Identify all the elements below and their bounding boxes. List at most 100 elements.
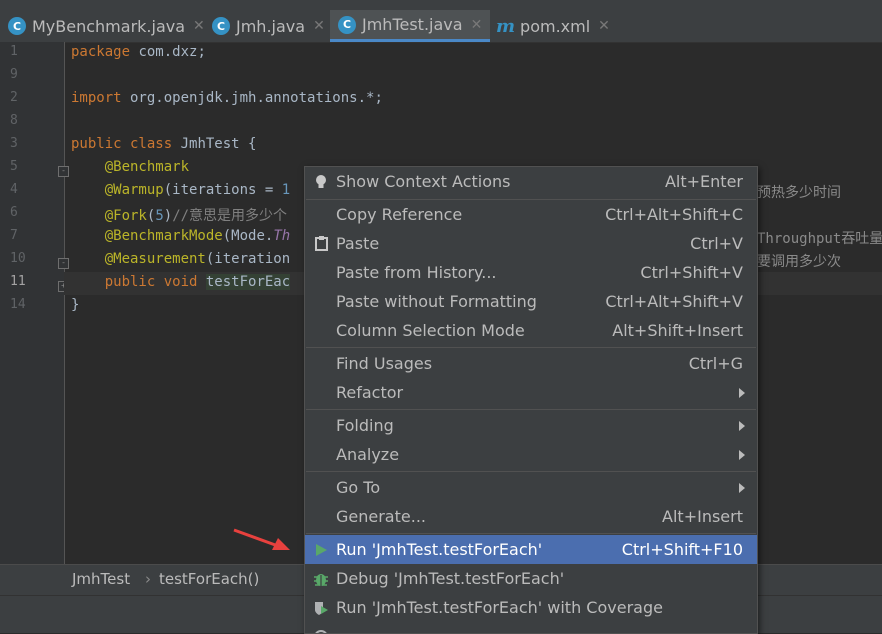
code-line-3[interactable]: import org.openjdk.jmh.annotations.*;	[71, 90, 383, 106]
annotation: @BenchmarkMode	[105, 228, 223, 244]
menu-item-label: Find Usages	[336, 354, 432, 373]
menu-item-shortcut: Ctrl+Alt+Shift+V	[605, 292, 743, 311]
lightbulb-icon	[313, 174, 329, 190]
menu-item-paste-from-history[interactable]: Paste from History... Ctrl+Shift+V	[305, 258, 757, 287]
menu-item-paste[interactable]: Paste Ctrl+V	[305, 229, 757, 258]
close-icon[interactable]: ✕	[313, 18, 325, 34]
tab-label: MyBenchmark.java	[32, 17, 185, 36]
code-line-9[interactable]: @BenchmarkMode(Mode.Th	[71, 228, 290, 244]
menu-item-analyze[interactable]: Analyze	[305, 440, 757, 469]
close-icon[interactable]: ✕	[598, 18, 610, 34]
line-number: 10	[10, 251, 26, 266]
profiler-icon	[313, 629, 329, 634]
maven-icon: m	[496, 16, 515, 37]
comment-fragment: 要调用多少次	[757, 251, 841, 271]
menu-item-label: Copy Reference	[336, 205, 462, 224]
tab-jmhtest[interactable]: C JmhTest.java ✕	[330, 10, 490, 42]
code-text: (iterations =	[164, 182, 282, 198]
menu-item-run[interactable]: Run 'JmhTest.testForEach' Ctrl+Shift+F10	[305, 535, 757, 564]
code-line-14[interactable]: }	[71, 297, 79, 313]
submenu-arrow-icon	[739, 421, 745, 431]
breadcrumb-method[interactable]: testForEach()	[159, 570, 259, 588]
editor-tab-bar: C MyBenchmark.java ✕ C Jmh.java ✕ C JmhT…	[0, 0, 882, 43]
code-line-10[interactable]: @Measurement(iteration	[71, 251, 290, 267]
menu-item-run-with-coverage[interactable]: Run 'JmhTest.testForEach' with Coverage	[305, 593, 757, 622]
menu-item-shortcut: Alt+Shift+Insert	[612, 321, 743, 340]
line-number: 1	[10, 44, 18, 59]
code-text: (Mode.	[223, 228, 274, 244]
java-class-icon: C	[8, 17, 26, 35]
breadcrumb-class[interactable]: JmhTest	[72, 570, 130, 588]
tab-mybenchmark[interactable]: C MyBenchmark.java ✕	[8, 10, 205, 42]
menu-item-generate[interactable]: Generate... Alt+Insert	[305, 502, 757, 531]
line-number-gutter[interactable]: 1 2 3 4 5 6 7 8 9 10 11 14 - - +	[0, 42, 65, 564]
tab-label: JmhTest.java	[362, 15, 463, 34]
menu-item-shortcut: Ctrl+G	[689, 354, 743, 373]
annotation: @Warmup	[105, 182, 164, 198]
line-number-current: 11	[10, 274, 26, 289]
code-text: JmhTest {	[172, 136, 256, 152]
line-number: 5	[10, 159, 18, 174]
menu-item-debug[interactable]: Debug 'JmhTest.testForEach'	[305, 564, 757, 593]
menu-separator	[306, 533, 756, 534]
method-name: testForEac	[206, 274, 290, 290]
debug-icon	[313, 571, 329, 587]
line-number: 4	[10, 182, 18, 197]
code-line-7[interactable]: @Warmup(iterations = 1	[71, 182, 290, 198]
line-number: 2	[10, 90, 18, 105]
menu-separator	[306, 347, 756, 348]
menu-item-label: Go To	[336, 478, 380, 497]
submenu-arrow-icon	[739, 388, 745, 398]
submenu-arrow-icon	[739, 450, 745, 460]
tab-label: pom.xml	[520, 17, 590, 36]
menu-item-refactor[interactable]: Refactor	[305, 378, 757, 407]
menu-item-folding[interactable]: Folding	[305, 411, 757, 440]
line-number: 9	[10, 67, 18, 82]
menu-item-partial-cut-off[interactable]	[305, 622, 757, 634]
menu-item-copy-reference[interactable]: Copy Reference Ctrl+Alt+Shift+C	[305, 200, 757, 229]
menu-item-label: Debug 'JmhTest.testForEach'	[336, 569, 564, 588]
code-line-5[interactable]: public class JmhTest {	[71, 136, 256, 152]
code-text: )	[164, 208, 172, 224]
tab-jmh[interactable]: C Jmh.java ✕	[212, 10, 325, 42]
menu-item-label: Paste from History...	[336, 263, 497, 282]
menu-item-find-usages[interactable]: Find Usages Ctrl+G	[305, 349, 757, 378]
menu-item-paste-without-formatting[interactable]: Paste without Formatting Ctrl+Alt+Shift+…	[305, 287, 757, 316]
keyword: public class	[71, 136, 172, 152]
coverage-icon	[313, 600, 329, 616]
submenu-arrow-icon	[739, 483, 745, 493]
fold-marker-icon[interactable]: -	[58, 166, 69, 177]
menu-separator	[306, 471, 756, 472]
menu-item-shortcut: Ctrl+Shift+V	[640, 263, 743, 282]
annotation: @Measurement	[105, 251, 206, 267]
menu-item-label: Column Selection Mode	[336, 321, 525, 340]
annotation: @Benchmark	[105, 159, 189, 175]
comment-fragment: 预热多少时间	[757, 182, 841, 202]
pointer-arrow-icon	[232, 528, 294, 554]
menu-item-column-selection-mode[interactable]: Column Selection Mode Alt+Shift+Insert	[305, 316, 757, 345]
code-line-11[interactable]: public void testForEac	[71, 274, 290, 290]
tab-label: Jmh.java	[236, 17, 305, 36]
menu-item-label: Paste without Formatting	[336, 292, 537, 311]
close-icon[interactable]: ✕	[471, 17, 483, 33]
menu-item-go-to[interactable]: Go To	[305, 473, 757, 502]
line-number: 7	[10, 228, 18, 243]
java-class-icon: C	[212, 17, 230, 35]
menu-item-shortcut: Ctrl+Alt+Shift+C	[605, 205, 743, 224]
tab-pom[interactable]: m pom.xml ✕	[496, 10, 610, 42]
comment: //意思是用多少个	[172, 208, 287, 224]
annotation: @Fork	[105, 208, 147, 224]
menu-item-shortcut: Ctrl+Shift+F10	[622, 540, 743, 559]
run-icon	[313, 542, 329, 558]
code-text: org.openjdk.jmh.annotations.*;	[122, 90, 383, 106]
code-line-1[interactable]: package com.dxz;	[71, 44, 206, 60]
number-literal: 1	[282, 182, 290, 198]
menu-item-show-context-actions[interactable]: Show Context Actions Alt+Enter	[305, 167, 757, 196]
code-line-8[interactable]: @Fork(5)//意思是用多少个	[71, 205, 287, 225]
menu-item-label: Paste	[336, 234, 379, 253]
menu-separator	[306, 409, 756, 410]
close-icon[interactable]: ✕	[193, 18, 205, 34]
clipboard-icon	[313, 236, 329, 252]
fold-marker-icon[interactable]: -	[58, 258, 69, 269]
code-line-6[interactable]: @Benchmark	[71, 159, 189, 175]
